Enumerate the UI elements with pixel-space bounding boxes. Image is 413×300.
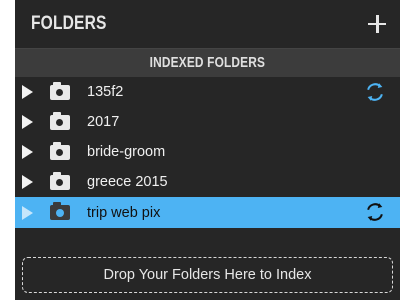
- folders-header: FOLDERS: [15, 0, 400, 48]
- camera-folder-icon: [50, 202, 70, 220]
- folder-row[interactable]: greece 2015: [15, 167, 400, 197]
- camera-folder-icon: [50, 171, 70, 190]
- drop-zone-label: Drop Your Folders Here to Index: [103, 267, 312, 283]
- folder-name: 2017: [87, 114, 120, 130]
- camera-folder-icon: [50, 111, 70, 130]
- expand-triangle-icon[interactable]: [22, 175, 33, 189]
- folder-name: trip web pix: [87, 204, 161, 221]
- add-folder-button[interactable]: [368, 15, 386, 33]
- indexed-folders-header: INDEXED FOLDERS: [15, 48, 400, 77]
- folder-row[interactable]: 135f2: [15, 77, 400, 107]
- expand-triangle-icon[interactable]: [22, 85, 33, 99]
- sync-icon: [367, 83, 383, 101]
- folder-row[interactable]: bride-groom: [15, 137, 400, 167]
- camera-folder-icon: [50, 141, 70, 160]
- section-title: INDEXED FOLDERS: [149, 55, 266, 71]
- folder-row[interactable]: 2017: [15, 107, 400, 137]
- camera-folder-icon: [50, 81, 70, 100]
- folder-row-selected[interactable]: trip web pix: [15, 197, 400, 228]
- sync-icon: [367, 203, 383, 221]
- panel-title: FOLDERS: [31, 13, 107, 34]
- drop-zone[interactable]: Drop Your Folders Here to Index: [22, 257, 393, 293]
- folder-name: bride-groom: [87, 144, 166, 160]
- folders-panel: FOLDERS INDEXED FOLDERS 135f2 2017 bride…: [15, 0, 400, 300]
- expand-triangle-icon[interactable]: [22, 205, 33, 220]
- folder-name: 135f2: [87, 84, 124, 100]
- expand-triangle-icon[interactable]: [22, 115, 33, 129]
- folder-name: greece 2015: [87, 174, 168, 190]
- expand-triangle-icon[interactable]: [22, 145, 33, 159]
